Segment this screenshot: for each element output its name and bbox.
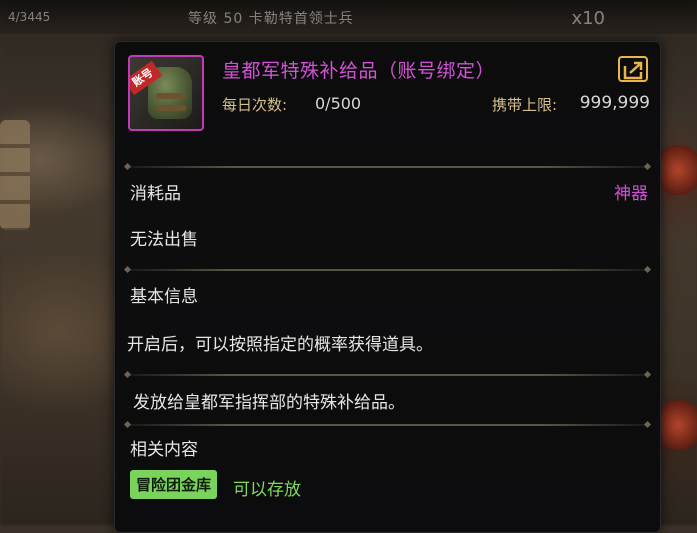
adventure-vault-badge: 冒险团金库 — [130, 470, 218, 499]
top-multiplier: x10 — [571, 8, 605, 29]
share-icon — [623, 61, 643, 80]
share-button[interactable] — [618, 56, 648, 82]
item-tooltip-panel: 账号 皇都军特殊补给品（账号绑定） 每日次数: 0/500 携带上限: 999,… — [114, 41, 661, 533]
divider — [125, 374, 650, 376]
daily-count-label: 每日次数: — [222, 96, 288, 114]
related-content-header: 相关内容 — [130, 440, 198, 460]
item-rarity: 神器 — [614, 184, 648, 204]
sandbags-decoration — [0, 120, 30, 230]
basic-info-header: 基本信息 — [130, 287, 198, 307]
top-left-counter: 4/3445 — [8, 10, 51, 24]
game-top-bar: 4/3445 等级 50 卡勒特首领士兵 x10 — [0, 0, 697, 34]
item-type: 消耗品 — [130, 184, 181, 204]
sell-status: 无法出售 — [130, 230, 198, 250]
storable-status: 可以存放 — [233, 480, 301, 500]
daily-count-value: 0/500 — [315, 94, 362, 113]
carry-limit-value: 999,999 — [579, 93, 650, 113]
divider — [125, 166, 650, 168]
item-icon-frame: 账号 — [128, 55, 204, 131]
divider — [125, 269, 650, 271]
carry-limit-label: 携带上限: — [492, 96, 558, 114]
item-title: 皇都军特殊补给品（账号绑定） — [222, 60, 496, 82]
basic-info-text: 开启后，可以按照指定的概率获得道具。 — [127, 335, 433, 355]
divider — [125, 424, 650, 426]
top-quest-text: 等级 50 卡勒特首领士兵 — [188, 11, 354, 27]
item-description: 发放给皇都军指挥部的特殊补给品。 — [133, 393, 405, 413]
